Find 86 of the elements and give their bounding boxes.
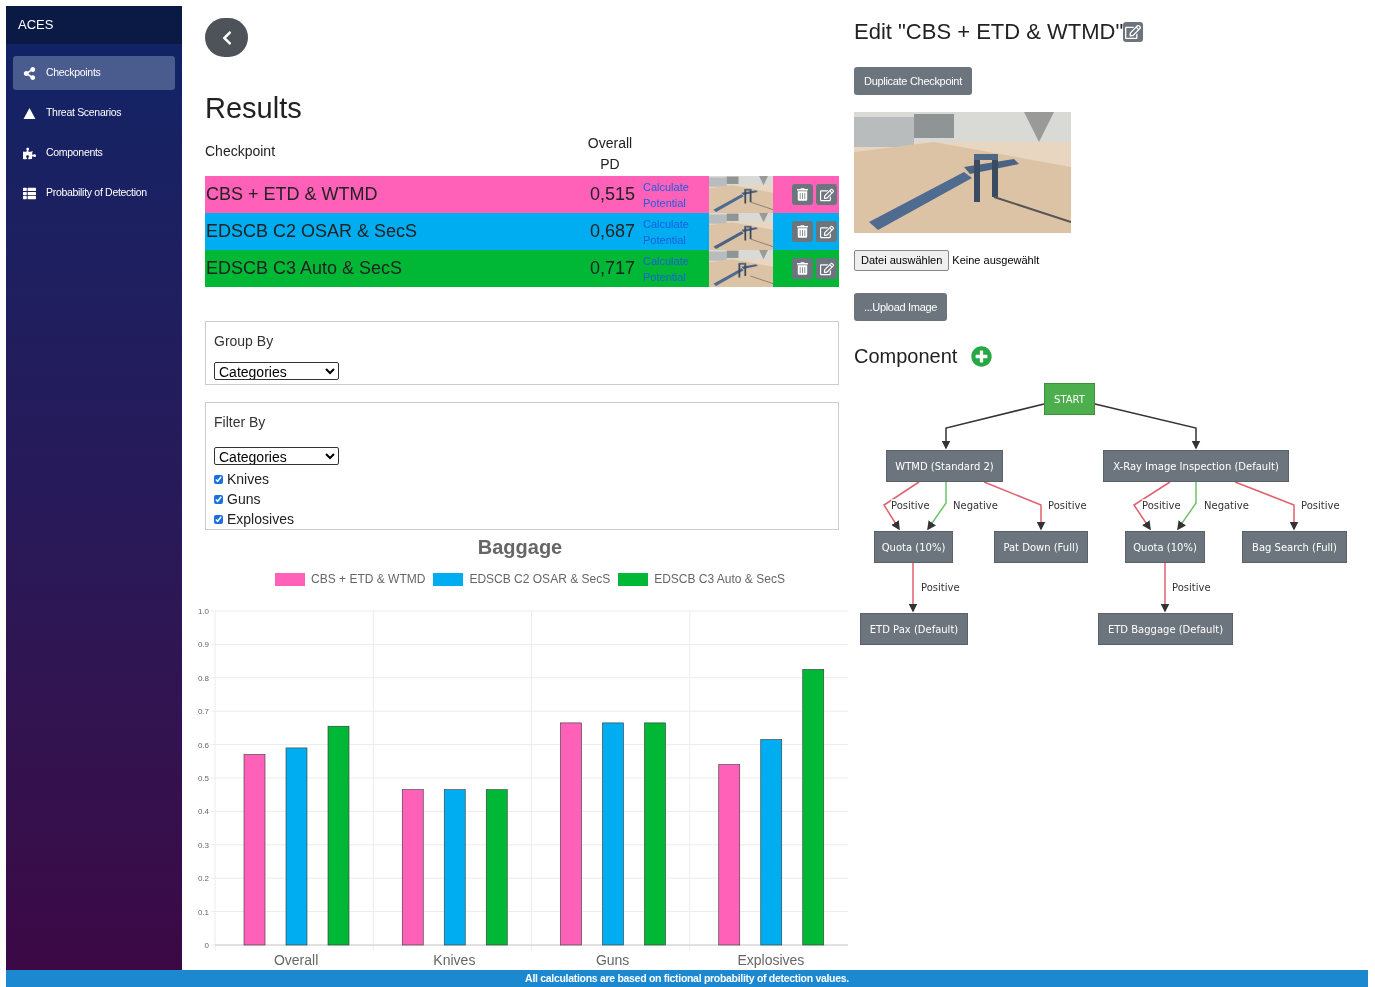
flow-node[interactable]: START — [1044, 383, 1095, 415]
edit-icon[interactable] — [1123, 22, 1144, 42]
delete-button[interactable] — [792, 258, 813, 279]
footer-text: All calculations are based on fictional probability of detection values. — [525, 970, 849, 986]
table-cell-text: EDSCB C3 Auto & SecS — [205, 257, 404, 280]
legend-label: EDSCB C3 Auto & SecS — [654, 571, 785, 588]
sidebar-item[interactable]: Probability of Detection — [13, 176, 175, 210]
page-title: Results — [205, 91, 302, 125]
flow-node[interactable]: ETD Baggage (Default) — [1098, 613, 1233, 645]
delete-button[interactable] — [792, 184, 813, 205]
filter-by-select[interactable]: Categories — [214, 447, 339, 465]
x-tick-label: Guns — [595, 952, 630, 968]
list-icon — [23, 186, 36, 200]
panel-label: Filter By — [214, 413, 266, 432]
edit-button[interactable] — [816, 221, 837, 242]
table-cell-text: 0,515 — [588, 183, 635, 206]
y-tick-label: 0.4 — [197, 807, 209, 817]
brand-name: ACES — [18, 16, 54, 35]
table-cell-text: 0,687 — [588, 220, 635, 243]
filter-checkbox[interactable] — [214, 514, 223, 524]
edit-icon — [819, 187, 834, 202]
y-tick-label: 0.2 — [197, 874, 209, 884]
edge-label: Negative — [1204, 499, 1249, 513]
edit-button[interactable] — [816, 258, 837, 279]
add-icon[interactable] — [971, 345, 993, 367]
legend-swatch — [275, 572, 306, 586]
checkbox-label: Guns — [227, 489, 261, 509]
sidebar-item[interactable]: Threat Scenarios — [13, 96, 175, 130]
checkbox-label: Explosives — [227, 509, 294, 529]
group-by-select[interactable]: Categories — [214, 362, 339, 380]
upload-button[interactable]: ...Upload Image — [854, 293, 948, 321]
delete-button[interactable] — [792, 221, 813, 242]
flow-node[interactable]: Pat Down (Full) — [994, 531, 1088, 563]
table-cell-text: CBS + ETD & WTMD — [205, 183, 379, 206]
back-button[interactable] — [205, 18, 248, 57]
file-status: Keine ausgewählt — [952, 253, 1040, 269]
y-tick-label: 1.0 — [197, 607, 209, 616]
flow-node[interactable]: WTMD (Standard 2) — [886, 450, 1003, 482]
triangle-icon — [23, 106, 36, 120]
chart-title: Baggage — [477, 535, 563, 560]
sidebar-item[interactable]: Components — [13, 136, 175, 170]
connector-arrow — [927, 481, 947, 531]
y-tick-label: 0 — [204, 941, 209, 950]
filter-checkbox[interactable] — [214, 474, 223, 484]
y-tick-label: 0.8 — [197, 673, 209, 683]
file-choose-button[interactable]: Datei auswählen — [854, 250, 950, 271]
table-cell-text: EDSCB C2 OSAR & SecS — [205, 220, 419, 243]
legend-label: EDSCB C2 OSAR & SecS — [469, 571, 611, 588]
y-tick-label: 0.5 — [197, 774, 209, 783]
y-tick-label: 0.1 — [197, 907, 209, 917]
trash-icon — [797, 262, 808, 275]
x-tick-label: Knives — [433, 952, 476, 968]
x-tick-label: Overall — [273, 952, 319, 968]
edit-button[interactable] — [816, 184, 837, 205]
x-tick-label: Explosives — [737, 952, 805, 968]
column-header: Checkpoint — [205, 142, 277, 161]
flow-node[interactable]: X-Ray Image Inspection (Default) — [1103, 450, 1289, 482]
share-icon — [23, 66, 36, 80]
puzzle-icon — [23, 146, 36, 160]
sidebar-item[interactable]: Checkpoints — [13, 56, 175, 90]
y-tick-label: 0.6 — [197, 740, 209, 750]
trash-icon — [797, 225, 808, 238]
connector-arrow — [908, 562, 918, 613]
flow-node[interactable]: Quota (10%) — [1125, 531, 1205, 563]
panel-label: Group By — [214, 332, 274, 351]
edit-icon — [819, 261, 834, 276]
section-title: Component — [854, 344, 958, 369]
legend-swatch — [433, 572, 464, 586]
checkbox-label: Knives — [227, 469, 270, 489]
duplicate-button[interactable]: Duplicate Checkpoint — [854, 67, 972, 95]
table-cell-text: 0,717 — [588, 257, 635, 280]
flow-node[interactable]: ETD Pax (Default) — [860, 613, 968, 645]
flow-node[interactable]: Quota (10%) — [874, 531, 953, 563]
y-tick-label: 0.3 — [197, 840, 209, 850]
edge-label: Negative — [953, 499, 998, 513]
y-tick-label: 0.9 — [197, 640, 209, 650]
y-tick-label: 0.7 — [197, 707, 209, 717]
column-header: Overall PD — [586, 134, 634, 174]
editor-title: Edit "CBS + ETD & WTMD" — [854, 18, 1124, 46]
flow-node[interactable]: Bag Search (Full) — [1242, 531, 1347, 563]
trash-icon — [797, 188, 808, 201]
edit-icon — [819, 224, 834, 239]
filter-checkbox[interactable] — [214, 494, 223, 504]
legend-swatch — [618, 572, 649, 586]
connector-arrow — [1160, 562, 1170, 613]
legend-label: CBS + ETD & WTMD — [311, 571, 426, 588]
